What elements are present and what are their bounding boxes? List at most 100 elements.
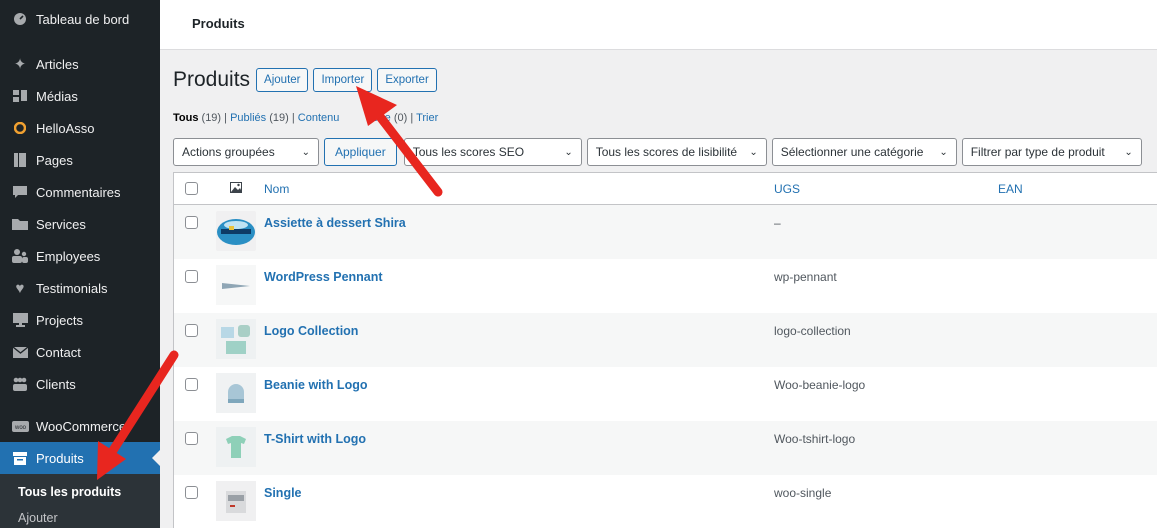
submenu-tous-les-produits[interactable]: Tous les produits (0, 480, 160, 506)
export-button[interactable]: Exporter (377, 68, 437, 92)
product-thumbnail[interactable] (216, 373, 256, 413)
menu-dashboard[interactable]: Tableau de bord (0, 0, 160, 38)
menu-label: Médias (36, 88, 78, 104)
view-all-link[interactable]: Tous (173, 112, 198, 124)
image-icon (230, 181, 242, 196)
product-sku: logo-collection (774, 324, 851, 338)
column-sku[interactable]: UGS (774, 182, 800, 196)
folder-icon (10, 214, 30, 234)
product-thumbnail[interactable] (216, 319, 256, 359)
chevron-down-icon: ⌄ (564, 146, 573, 158)
portfolio-icon (10, 310, 30, 330)
menu-label: Pages (36, 152, 73, 168)
menu-label: HelloAsso (36, 120, 95, 136)
product-name-link[interactable]: Logo Collection (264, 324, 358, 338)
readability-select[interactable]: Tous les scores de lisibilité ⌄ (586, 138, 767, 166)
menu-label: Produits (36, 450, 84, 466)
bulk-actions-select[interactable]: Actions groupées ⌄ (173, 138, 319, 166)
product-thumbnail[interactable] (216, 265, 256, 305)
menu-label: Projects (36, 312, 83, 328)
product-sku: wp-pennant (774, 270, 837, 284)
woo-icon: woo (10, 416, 30, 436)
menu-clients[interactable]: Clients (0, 368, 160, 400)
table-header: Nom UGS EAN (174, 173, 1157, 205)
product-type-select[interactable]: Filtrer par type de produit ⌄ (961, 138, 1142, 166)
table-row: Logo Collection logo-collection (174, 313, 1157, 367)
menu-testimonials[interactable]: ♥ Testimonials (0, 272, 160, 304)
product-thumbnail[interactable] (216, 427, 256, 467)
product-name-link[interactable]: WordPress Pennant (264, 270, 383, 284)
product-name-link[interactable]: Single (264, 486, 302, 500)
submenu-ajouter[interactable]: Ajouter (0, 506, 160, 528)
table-row: WordPress Pennant wp-pennant (174, 259, 1157, 313)
svg-text:woo: woo (13, 425, 26, 431)
menu-label: Tableau de bord (36, 11, 130, 27)
groups-icon (10, 374, 30, 394)
media-icon (10, 86, 30, 106)
product-thumbnail[interactable] (216, 481, 256, 521)
column-ean[interactable]: EAN (998, 182, 1023, 196)
users-icon (10, 246, 30, 266)
table-row: Beanie with Logo Woo-beanie-logo (174, 367, 1157, 421)
menu-label: Employees (36, 248, 101, 264)
add-product-button[interactable]: Ajouter (256, 68, 309, 92)
chevron-down-icon: ⌄ (301, 146, 310, 158)
product-sku: Woo-beanie-logo (774, 378, 866, 392)
table-row: Assiette à dessert Shira – (174, 205, 1157, 259)
row-checkbox[interactable] (184, 378, 198, 391)
pin-icon: ✦ (13, 56, 27, 73)
chevron-down-icon: ⌄ (749, 146, 758, 158)
import-button[interactable]: Importer (313, 68, 373, 92)
product-name-link[interactable]: Beanie with Logo (264, 378, 367, 392)
product-thumbnail[interactable] (216, 211, 256, 251)
admin-sidebar: Tableau de bord ✦ Articles Médias HelloA… (0, 0, 160, 528)
product-name-link[interactable]: T-Shirt with Logo (264, 432, 366, 446)
product-sku: woo-single (774, 486, 832, 500)
column-name[interactable]: Nom (264, 182, 289, 196)
view-draft-link-tail[interactable]: one (372, 112, 390, 124)
menu-woocommerce[interactable]: woo WooCommerce (0, 410, 160, 442)
menu-pages[interactable]: Pages (0, 144, 160, 176)
menu-label: WooCommerce (36, 418, 127, 434)
row-checkbox[interactable] (184, 324, 198, 337)
chevron-down-icon: ⌄ (1124, 146, 1133, 158)
page-header-bar: Produits (160, 0, 1157, 50)
menu-contact[interactable]: Contact (0, 336, 160, 368)
menu-services[interactable]: Services (0, 208, 160, 240)
row-checkbox[interactable] (184, 432, 198, 445)
helloasso-icon (10, 118, 30, 138)
comment-icon (10, 182, 30, 202)
status-views: Tous (19) | Publiés (19) | Contenu one (… (173, 112, 439, 124)
seo-score-select[interactable]: Tous les scores SEO ⌄ (403, 138, 582, 166)
menu-label: Services (36, 216, 86, 232)
row-checkbox[interactable] (184, 270, 198, 283)
menu-projects[interactable]: Projects (0, 304, 160, 336)
main-content: Produits Ajouter Importer Exporter Tous … (160, 50, 1157, 528)
table-row: Single woo-single (174, 475, 1157, 528)
page-icon (10, 150, 30, 170)
product-sku: – (774, 216, 781, 230)
product-sku: Woo-tshirt-logo (774, 432, 856, 446)
menu-label: Testimonials (36, 280, 108, 296)
table-row: T-Shirt with Logo Woo-tshirt-logo (174, 421, 1157, 475)
menu-helloasso[interactable]: HelloAsso (0, 112, 160, 144)
view-draft-link[interactable]: Contenu (298, 112, 340, 124)
menu-produits[interactable]: Produits (0, 442, 160, 474)
row-checkbox[interactable] (184, 486, 198, 499)
menu-articles[interactable]: ✦ Articles (0, 48, 160, 80)
apply-button[interactable]: Appliquer (324, 138, 397, 166)
menu-label: Clients (36, 376, 76, 392)
sort-link[interactable]: Trier (416, 112, 438, 124)
menu-commentaires[interactable]: Commentaires (0, 176, 160, 208)
select-all-checkbox[interactable] (184, 182, 198, 195)
row-checkbox[interactable] (184, 216, 198, 229)
dashboard-icon (10, 9, 30, 29)
menu-label: Contact (36, 344, 81, 360)
view-published-link[interactable]: Publiés (230, 112, 266, 124)
filters-bar: Actions groupées ⌄ Appliquer Tous les sco… (173, 138, 1142, 166)
menu-employees[interactable]: Employees (0, 240, 160, 272)
page-title: Produits (173, 68, 251, 91)
menu-medias[interactable]: Médias (0, 80, 160, 112)
category-select[interactable]: Sélectionner une catégorie ⌄ (771, 138, 957, 166)
product-name-link[interactable]: Assiette à dessert Shira (264, 216, 406, 230)
